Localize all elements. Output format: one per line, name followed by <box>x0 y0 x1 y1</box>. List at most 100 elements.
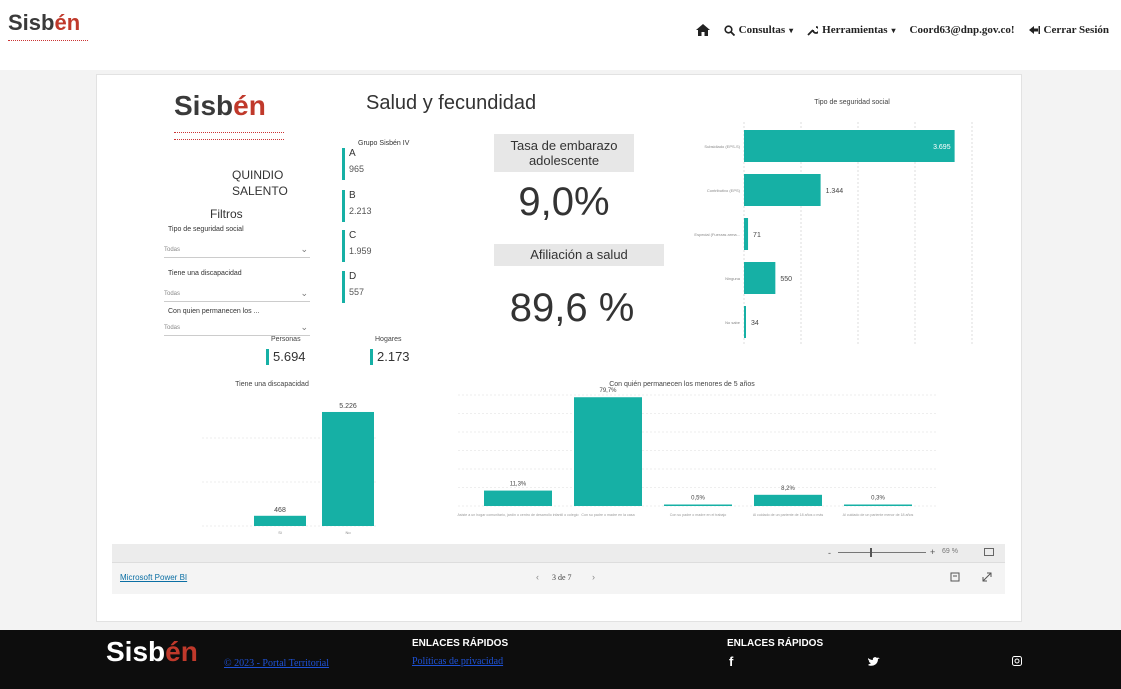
filter-permanecen-dropdown[interactable]: Todas <box>164 322 310 336</box>
next-page-button[interactable]: › <box>592 572 595 582</box>
group-card-d: D 557 <box>342 269 442 305</box>
privacy-policy-link[interactable]: Políticas de privacidad <box>412 656 503 667</box>
search-icon <box>724 24 735 36</box>
twitter-icon[interactable] <box>868 657 880 667</box>
health-affiliation-value: 89,6 % <box>509 286 635 330</box>
data-label: 8,2% <box>781 486 795 492</box>
header-logo-tagline <box>8 40 88 43</box>
bar <box>844 504 912 506</box>
data-label: 0,5% <box>691 496 705 502</box>
instagram-icon[interactable] <box>1012 656 1022 666</box>
footer-quick-links-title-2: ENLACES RÁPIDOS <box>727 638 824 649</box>
report-logo: Sisbén <box>174 90 266 121</box>
nav-user[interactable]: Coord63@dnp.gov.co! <box>910 24 1015 36</box>
bar <box>744 218 749 250</box>
share-icon[interactable] <box>950 572 960 582</box>
fit-page-icon[interactable] <box>984 548 994 556</box>
data-label: 11,3% <box>510 482 527 488</box>
category-label: Con su padre o madre en la casa <box>581 513 634 517</box>
powerbi-footer: Microsoft Power BI ‹ 3 de 7 › <box>112 562 1005 594</box>
group-card-b: B 2.213 <box>342 188 442 224</box>
municipality-label: SALENTO <box>232 184 288 198</box>
data-label: 79,7% <box>599 388 617 394</box>
caret-down-icon: ▾ <box>891 25 896 35</box>
report-canvas: Sisbén Salud y fecundidad QUINDIO SALENT… <box>112 80 1005 542</box>
bar <box>744 262 776 294</box>
data-label: 468 <box>274 507 286 514</box>
category-label: Ninguna <box>725 276 741 281</box>
bar <box>744 130 955 162</box>
category-label: Subsidiado (EPS-S) <box>704 144 740 149</box>
filter-label-permanecen: Con quien permanecen los ... <box>168 308 260 315</box>
zoom-in-button[interactable]: + <box>930 547 935 557</box>
filters-title: Filtros <box>210 207 243 221</box>
data-label: 0,3% <box>871 496 885 502</box>
footer-logo: Sisbén <box>106 636 198 667</box>
bar <box>744 306 746 338</box>
top-header: Sisbén Consultas ▾ Herramientas ▾ Coord6… <box>0 0 1121 70</box>
data-label: 550 <box>780 276 792 283</box>
zoom-out-button[interactable]: - <box>828 548 831 558</box>
discapacidad-chart: Tiene una discapacidad 468 Si 5.226 No <box>202 381 377 535</box>
teen-pregnancy-header: Tasa de embarazo adolescente <box>494 134 634 172</box>
chart-title: Tiene una discapacidad <box>235 381 309 388</box>
report-logo-tagline <box>174 132 284 140</box>
filter-label-discapacidad: Tiene una discapacidad <box>168 270 242 277</box>
filter-seguridad-dropdown[interactable]: Todas <box>164 244 310 258</box>
nav-home[interactable] <box>695 24 710 36</box>
category-label: Si <box>278 530 282 535</box>
group-card-c: C 1.959 <box>342 228 442 264</box>
zoom-level: 69 % <box>942 548 958 555</box>
category-label: No sabe <box>725 320 741 325</box>
nav-herramientas[interactable]: Herramientas ▾ <box>807 24 896 36</box>
report-title: Salud y fecundidad <box>366 92 537 114</box>
nav-logout[interactable]: Cerrar Sesión <box>1028 24 1109 36</box>
footer-copyright[interactable]: © 2023 - Portal Territorial <box>224 658 329 669</box>
bar <box>322 411 374 526</box>
group-card-a: A 965 <box>342 146 442 182</box>
health-affiliation-header: Afiliación a salud <box>494 244 664 266</box>
filter-discapacidad-dropdown[interactable]: Todas <box>164 288 310 302</box>
data-label: 1.344 <box>826 188 844 195</box>
home-icon <box>695 24 710 36</box>
powerbi-brand-link[interactable]: Microsoft Power BI <box>120 573 187 582</box>
bar <box>484 490 552 506</box>
caret-down-icon: ▾ <box>789 25 794 35</box>
category-label: Al cuidado de un pariente menor de 18 añ… <box>843 513 914 517</box>
category-label: No <box>345 530 351 535</box>
prev-page-button[interactable]: ‹ <box>536 572 539 582</box>
chart-title: Con quién permanecen los menores de 5 añ… <box>609 381 755 388</box>
sign-out-icon <box>1028 26 1040 34</box>
site-footer: Sisbén © 2023 - Portal Territorial ENLAC… <box>0 630 1121 689</box>
category-label: Con su padre o madre en el trabajo <box>670 513 727 517</box>
zoom-slider-handle[interactable] <box>870 548 872 557</box>
filter-label-seguridad: Tipo de seguridad social <box>168 226 244 233</box>
data-label: 71 <box>753 232 761 239</box>
category-label: Asiste a un hogar comunitario, jardín o … <box>457 513 578 517</box>
facebook-icon[interactable]: f <box>729 654 733 669</box>
data-label: 3.695 <box>933 144 951 151</box>
permanecen-chart: Con quién permanecen los menores de 5 añ… <box>457 381 937 517</box>
footer-quick-links-title-1: ENLACES RÁPIDOS <box>412 638 509 649</box>
bar <box>754 494 822 506</box>
wrench-icon <box>807 25 819 36</box>
bar <box>744 174 821 206</box>
category-label: Al cuidado de un pariente de 18 años o m… <box>753 513 824 517</box>
seguridad-social-chart: Tipo de seguridad social Subsidiado (EPS-… <box>694 99 973 344</box>
data-label: 5.226 <box>339 403 357 410</box>
zoom-slider[interactable] <box>838 552 926 553</box>
powerbi-toolbar: - + 69 % Microsoft Power BI ‹ 3 de 7 › <box>112 544 1005 594</box>
top-nav: Consultas ▾ Herramientas ▾ Coord63@dnp.g… <box>695 24 1109 36</box>
data-label: 34 <box>751 320 759 327</box>
header-logo[interactable]: Sisbén <box>8 10 80 36</box>
category-label: Contributivo (EPS) <box>707 188 741 193</box>
teen-pregnancy-value: 9,0% <box>518 180 610 224</box>
powerbi-zoom-bar: - + 69 % <box>112 544 1005 562</box>
category-label: Especial (Fuerzas arma... <box>694 232 740 237</box>
bar <box>664 504 732 506</box>
chart-title: Tipo de seguridad social <box>814 99 890 106</box>
nav-consultas[interactable]: Consultas ▾ <box>724 24 793 36</box>
bar <box>254 515 306 526</box>
department-label: QUINDIO <box>232 168 284 182</box>
fullscreen-icon[interactable] <box>982 572 992 582</box>
